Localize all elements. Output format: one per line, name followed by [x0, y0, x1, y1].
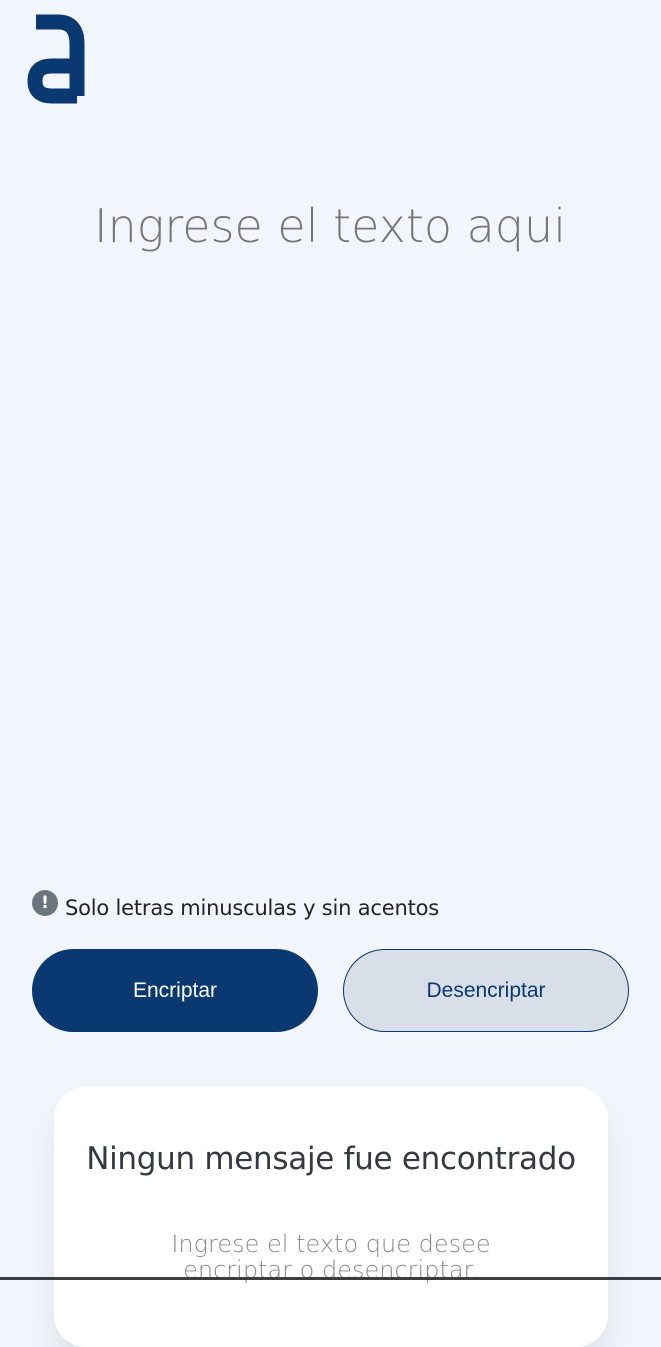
- output-title: Ningun mensaje fue encontrado: [86, 1141, 576, 1177]
- output-description: Ingrese el texto que desee encriptar o d…: [171, 1230, 491, 1284]
- input-hint: ! Solo letras minusculas y sin acentos: [32, 890, 439, 920]
- alura-logo-icon: [22, 14, 86, 104]
- decrypt-button[interactable]: Desencriptar: [343, 949, 629, 1032]
- hint-text: Solo letras minusculas y sin acentos: [65, 896, 439, 920]
- encrypt-button[interactable]: Encriptar: [32, 949, 318, 1032]
- message-input[interactable]: [30, 190, 630, 840]
- output-card: Ningun mensaje fue encontrado Ingrese el…: [54, 1087, 608, 1347]
- exclamation-circle-icon: !: [32, 890, 58, 916]
